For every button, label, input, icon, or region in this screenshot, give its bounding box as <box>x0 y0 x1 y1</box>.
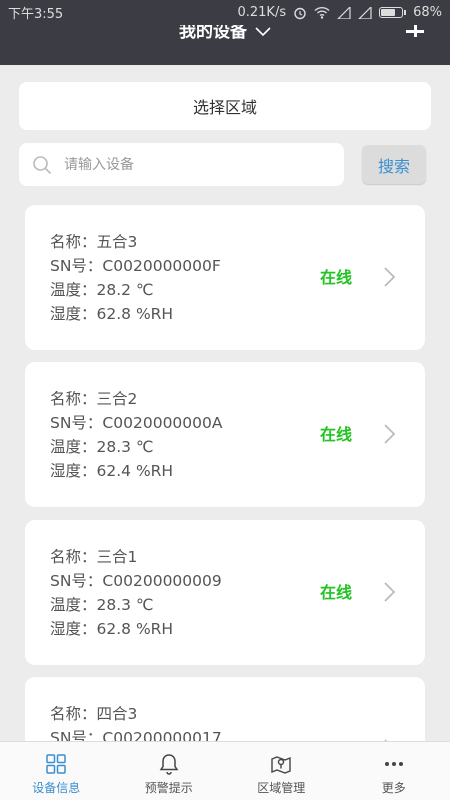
search-box <box>19 143 344 186</box>
device-sn: SN号：C00200000009 <box>50 572 222 590</box>
device-name: 名称：五合3 <box>50 233 138 251</box>
device-sn: SN号：C0020000000F <box>50 257 221 275</box>
add-device-button[interactable] <box>406 25 424 37</box>
signal-icon-2 <box>358 6 372 19</box>
tab-device-info[interactable]: 设备信息 <box>0 742 113 800</box>
device-info: 名称：三合1 SN号：C00200000009 温度：28.3 ℃ 湿度：62.… <box>50 545 222 641</box>
tab-alerts[interactable]: 预警提示 <box>113 742 226 800</box>
network-speed: 0.21K/s <box>237 5 287 20</box>
page-title: 我的设备 <box>179 25 247 40</box>
device-humidity: 湿度：62.8 %RH <box>50 305 174 323</box>
search-button[interactable]: 搜索 <box>362 145 426 184</box>
more-icon <box>384 762 403 766</box>
chevron-right-icon <box>384 582 396 602</box>
device-name: 名称：三合2 <box>50 390 138 408</box>
status-bar: 下午3:55 0.21K/s 68% <box>0 0 450 25</box>
status-time: 下午3:55 <box>8 7 64 22</box>
tab-region-management[interactable]: 区域管理 <box>225 742 338 800</box>
device-card[interactable]: 名称：三合2 SN号：C0020000000A 温度：28.3 ℃ 湿度：62.… <box>25 362 425 507</box>
bell-icon <box>159 754 179 775</box>
grid-icon <box>46 754 66 774</box>
bottom-tab-bar: 设备信息 预警提示 区域管理 更多 <box>0 741 450 800</box>
tab-label: 设备信息 <box>32 781 81 795</box>
status-badge: 在线 <box>320 268 353 287</box>
device-temperature: 温度：28.2 ℃ <box>50 281 154 299</box>
select-region-button[interactable]: 选择区域 <box>19 82 431 130</box>
map-pin-icon <box>271 756 291 774</box>
device-sn: SN号：C00200000017 <box>50 729 222 741</box>
signal-icon <box>337 6 351 19</box>
device-name: 名称：四合3 <box>50 705 138 723</box>
battery-icon <box>379 7 407 18</box>
status-badge: 在线 <box>320 425 353 444</box>
search-input[interactable] <box>64 156 304 173</box>
chevron-down-icon <box>255 27 271 37</box>
status-badge: 在线 <box>320 583 353 602</box>
tab-more[interactable]: 更多 <box>338 742 450 800</box>
device-card[interactable]: 名称：五合3 SN号：C0020000000F 温度：28.2 ℃ 湿度：62.… <box>25 205 425 350</box>
device-humidity: 湿度：62.4 %RH <box>50 462 174 480</box>
device-info: 名称：三合2 SN号：C0020000000A 温度：28.3 ℃ 湿度：62.… <box>50 387 222 483</box>
alarm-icon <box>294 7 306 19</box>
tab-label: 预警提示 <box>144 781 193 795</box>
status-indicators: 0.21K/s 68% <box>237 5 442 20</box>
device-humidity: 湿度：62.8 %RH <box>50 620 174 638</box>
device-temperature: 温度：28.3 ℃ <box>50 438 154 456</box>
device-card[interactable]: 名称：四合3 SN号：C00200000017 <box>25 677 425 741</box>
device-sn: SN号：C0020000000A <box>50 414 223 432</box>
device-info: 名称：四合3 SN号：C00200000017 <box>50 702 222 741</box>
select-region-label: 选择区域 <box>192 98 257 117</box>
device-card[interactable]: 名称：三合1 SN号：C00200000009 温度：28.3 ℃ 湿度：62.… <box>25 520 425 665</box>
tab-label: 区域管理 <box>257 781 306 795</box>
device-list-page[interactable]: 选择区域 搜索 名称：五合3 SN号：C0020000000F 温度：28.2 … <box>0 65 450 741</box>
device-temperature: 温度：28.3 ℃ <box>50 596 154 614</box>
device-info: 名称：五合3 SN号：C0020000000F 温度：28.2 ℃ 湿度：62.… <box>50 230 221 326</box>
wifi-icon <box>314 6 330 19</box>
search-icon <box>33 155 52 174</box>
app-header: 我的设备 <box>0 25 450 65</box>
chevron-right-icon <box>384 267 396 287</box>
device-name: 名称：三合1 <box>50 548 138 566</box>
tab-label: 更多 <box>381 781 406 795</box>
device-scope-dropdown[interactable]: 我的设备 <box>0 25 450 40</box>
chevron-right-icon <box>384 424 396 444</box>
battery-level: 68% <box>413 5 442 20</box>
